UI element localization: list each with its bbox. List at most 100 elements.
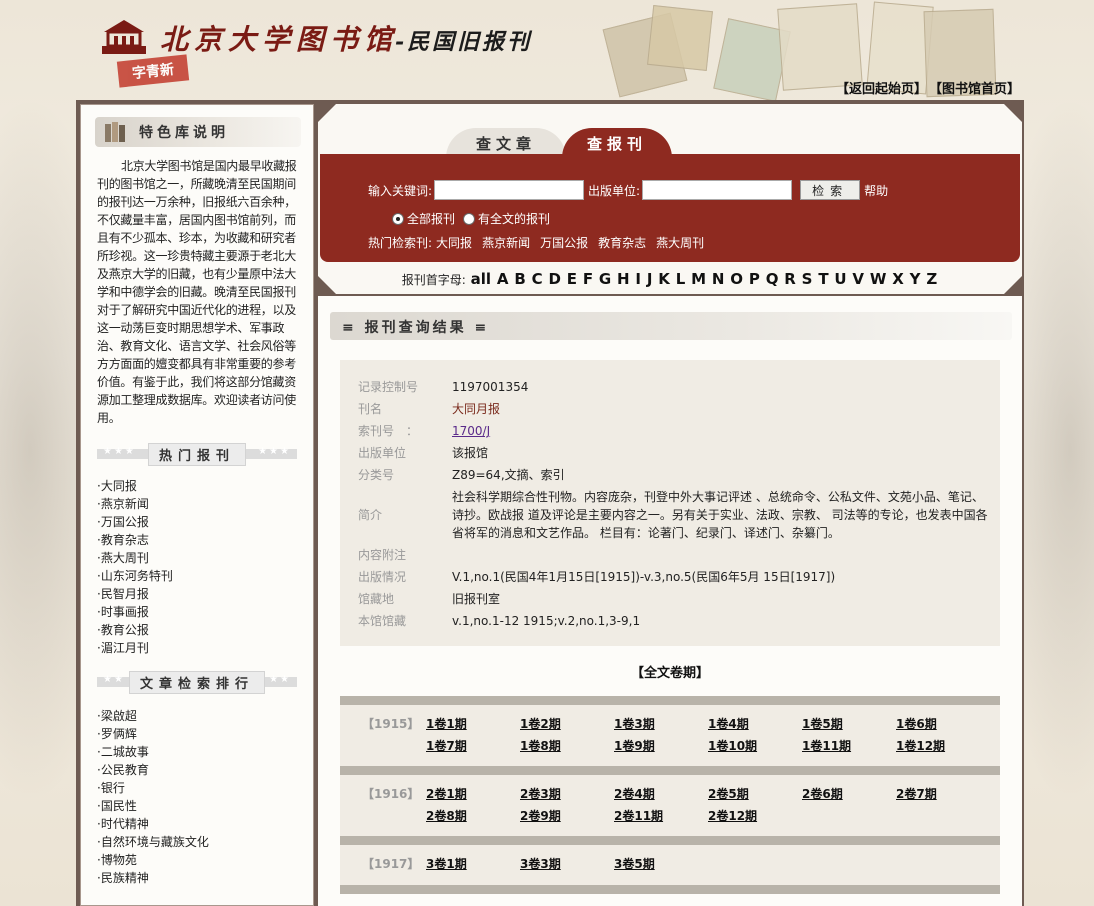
letter-link[interactable]: F [583, 270, 593, 288]
letter-link[interactable]: O [730, 270, 743, 288]
issue-link[interactable]: 1卷2期 [520, 715, 614, 733]
issue-link[interactable]: 2卷1期 [426, 785, 520, 803]
list-item[interactable]: 银行 [97, 779, 303, 797]
library-home-link[interactable]: 【图书馆首页】 [929, 78, 1020, 97]
issue-link[interactable]: 1卷7期 [426, 737, 520, 755]
issue-link[interactable]: 1卷10期 [708, 737, 802, 755]
letter-link[interactable]: T [818, 270, 828, 288]
issue-link[interactable]: 3卷1期 [426, 855, 520, 873]
radio-all-journals[interactable] [392, 212, 404, 225]
issue-link[interactable]: 1卷11期 [802, 737, 896, 755]
issue-link[interactable]: 1卷3期 [614, 715, 708, 733]
issue-link[interactable]: 2卷8期 [426, 807, 520, 825]
fulltext-issues-title: 【全文卷期】 [630, 666, 709, 681]
letter-link[interactable]: P [749, 270, 760, 288]
list-item[interactable]: 公民教育 [97, 761, 303, 779]
issue-link[interactable]: 1卷9期 [614, 737, 708, 755]
list-item[interactable]: 民族精神 [97, 869, 303, 887]
record-key: 分类号 [358, 468, 395, 482]
issue-link[interactable]: 1卷4期 [708, 715, 802, 733]
list-item[interactable]: 湄江月刊 [97, 639, 303, 657]
record-key: 索刊号 ： [358, 424, 419, 438]
letter-link[interactable]: J [647, 270, 653, 288]
list-item[interactable]: 二城故事 [97, 743, 303, 761]
hot-search-link[interactable]: 燕大周刊 [656, 234, 704, 251]
letter-link[interactable]: Z [926, 270, 937, 288]
back-to-start-link[interactable]: 【返回起始页】 [836, 78, 927, 97]
hot-search-link[interactable]: 燕京新闻 [482, 234, 530, 251]
result-title: ≡ 报刊查询结果 ≡ [342, 320, 490, 336]
record-value: 该报馆 [452, 446, 489, 460]
list-item[interactable]: 山东河务特刊 [97, 567, 303, 585]
call-number-link[interactable]: 1700/J [452, 422, 992, 440]
letter-link[interactable]: R [784, 270, 796, 288]
hot-search-link[interactable]: 教育杂志 [598, 234, 646, 251]
letter-link[interactable]: Q [766, 270, 779, 288]
letter-link[interactable]: E [567, 270, 577, 288]
issue-list: 3卷1期 3卷3期 3卷5期 [426, 855, 996, 873]
letter-link[interactable]: W [870, 270, 887, 288]
main-content: 查文章 查报刊 输入关键词: 出版单位: 检索 帮助 全部报刊 有全文的报刊 热… [318, 104, 1022, 906]
keyword-input[interactable] [434, 180, 585, 200]
publisher-input[interactable] [642, 180, 793, 200]
record-key: 馆藏地 [358, 592, 395, 606]
list-item[interactable]: 万国公报 [97, 513, 303, 531]
search-button[interactable]: 检索 [800, 180, 861, 200]
list-item[interactable]: 燕京新闻 [97, 495, 303, 513]
record-value: 大同月报 [452, 402, 501, 416]
issue-link[interactable]: 2卷6期 [802, 785, 896, 803]
sidebar: 特色库说明 北京大学图书馆是国内最早收藏报刊的图书馆之一，所藏晚清至民国期间的报… [80, 104, 314, 906]
issue-link[interactable]: 1卷5期 [802, 715, 896, 733]
list-item[interactable]: 大同报 [97, 477, 303, 495]
issue-link[interactable]: 1卷6期 [896, 715, 990, 733]
record-row: 简介 社会科学期综合性刊物。内容庞杂，刊登中外大事记评述 、总统命令、公私文件、… [358, 488, 988, 544]
list-item[interactable]: 罗俩辉 [97, 725, 303, 743]
issue-link[interactable]: 2卷11期 [614, 807, 708, 825]
letter-link[interactable]: all [471, 270, 491, 288]
issue-link[interactable]: 3卷3期 [520, 855, 614, 873]
list-item[interactable]: 自然环境与藏族文化 [97, 833, 303, 851]
letter-link[interactable]: M [691, 270, 706, 288]
list-item[interactable]: 时代精神 [97, 815, 303, 833]
list-item[interactable]: 燕大周刊 [97, 549, 303, 567]
letter-link[interactable]: U [834, 270, 846, 288]
issue-link[interactable]: 1卷8期 [520, 737, 614, 755]
list-item[interactable]: 教育杂志 [97, 531, 303, 549]
letter-link[interactable]: G [599, 270, 611, 288]
hot-search-link[interactable]: 万国公报 [540, 234, 588, 251]
letter-link[interactable]: K [658, 270, 670, 288]
letter-link[interactable]: I [635, 270, 641, 288]
letter-link[interactable]: L [676, 270, 686, 288]
issue-link[interactable]: 1卷1期 [426, 715, 520, 733]
record-key: 出版单位 [358, 446, 407, 460]
letter-link[interactable]: V [852, 270, 864, 288]
result-header: ≡ 报刊查询结果 ≡ [330, 312, 1012, 340]
letter-link[interactable]: C [532, 270, 543, 288]
list-item[interactable]: 梁啟超 [97, 707, 303, 725]
letter-link[interactable]: S [802, 270, 813, 288]
issue-link[interactable]: 2卷4期 [614, 785, 708, 803]
issue-link[interactable]: 3卷5期 [614, 855, 708, 873]
issue-link[interactable]: 2卷9期 [520, 807, 614, 825]
letter-link[interactable]: X [892, 270, 904, 288]
letter-link[interactable]: H [617, 270, 630, 288]
list-item[interactable]: 时事画报 [97, 603, 303, 621]
help-link[interactable]: 帮助 [864, 182, 888, 199]
letter-link[interactable]: D [548, 270, 560, 288]
letter-link[interactable]: N [712, 270, 725, 288]
letter-link[interactable]: A [497, 270, 509, 288]
issue-link[interactable]: 2卷12期 [708, 807, 802, 825]
hot-search-link[interactable]: 大同报 [436, 234, 472, 251]
issue-link[interactable]: 2卷3期 [520, 785, 614, 803]
list-item[interactable]: 教育公报 [97, 621, 303, 639]
radio-fulltext-journals[interactable] [463, 212, 476, 225]
issue-link[interactable]: 2卷5期 [708, 785, 802, 803]
issue-link[interactable]: 1卷12期 [896, 737, 990, 755]
list-item[interactable]: 国民性 [97, 797, 303, 815]
letter-link[interactable]: Y [910, 270, 921, 288]
issue-link[interactable]: 2卷7期 [896, 785, 990, 803]
article-ranking-title: 文章检索排行 [128, 671, 266, 694]
list-item[interactable]: 博物苑 [97, 851, 303, 869]
list-item[interactable]: 民智月报 [97, 585, 303, 603]
letter-link[interactable]: B [514, 270, 525, 288]
